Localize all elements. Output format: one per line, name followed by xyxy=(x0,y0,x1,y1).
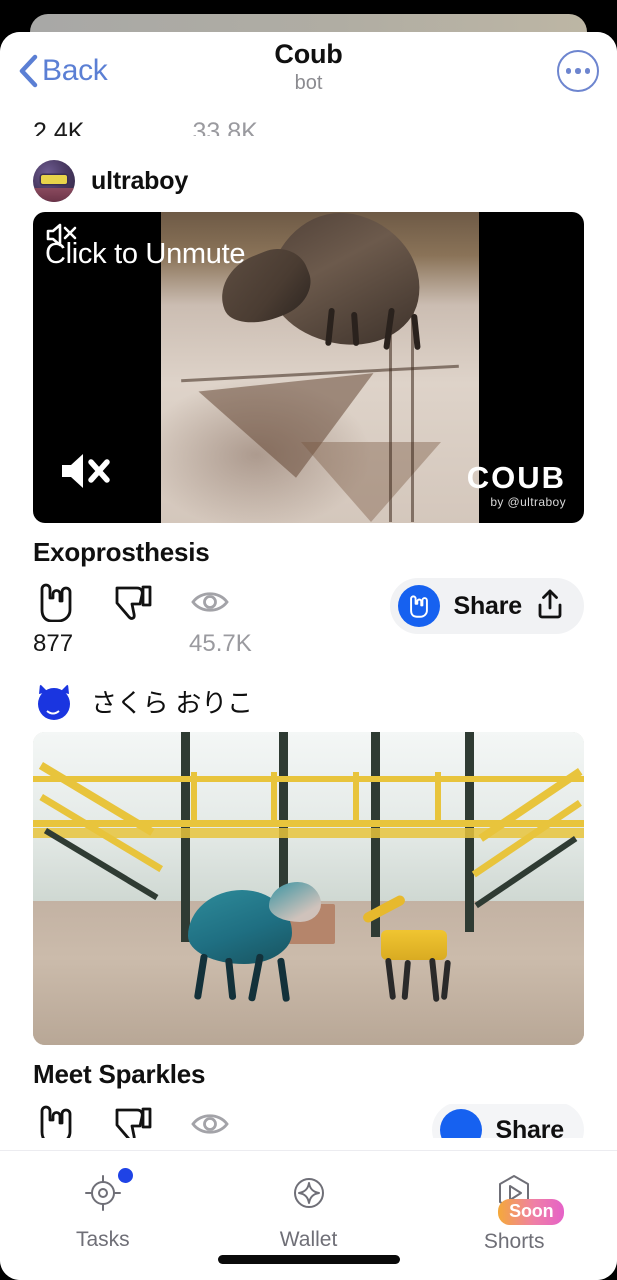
bottom-tab-bar: Tasks Wallet Soon Shorts xyxy=(0,1150,617,1280)
tab-wallet[interactable]: Wallet xyxy=(206,1173,412,1252)
coub-watermark-title: COUB xyxy=(466,460,566,495)
feed-post: さくら おりこ Meet Sparkles Share xyxy=(0,670,617,1150)
feed-post: ultraboy Click to Unmute COUB by @ultrab… xyxy=(0,150,617,658)
blue-creature-head xyxy=(269,882,321,922)
like-count: 877 xyxy=(33,630,74,657)
ultraboy-avatar[interactable] xyxy=(33,160,75,202)
video-title: Exoprosthesis xyxy=(33,537,210,567)
animal-legs xyxy=(325,307,425,384)
platform-rail xyxy=(33,776,584,782)
rock-hand-avatar-icon xyxy=(397,585,440,627)
rock-hand-icon xyxy=(33,582,79,623)
rug-pattern xyxy=(301,442,441,522)
rail-post xyxy=(435,772,441,824)
rail-post xyxy=(353,772,359,824)
video-frame-content xyxy=(33,732,584,1045)
views-indicator xyxy=(189,1104,285,1138)
rock-hand-avatar-icon xyxy=(439,1109,482,1138)
eye-icon xyxy=(189,1104,235,1138)
rail-post xyxy=(271,772,277,824)
post-author-row[interactable]: さくら おりこ xyxy=(33,670,584,732)
tab-label-wallet: Wallet xyxy=(279,1228,338,1251)
like-button[interactable]: 877 xyxy=(33,582,111,658)
tab-tasks[interactable]: Tasks xyxy=(0,1168,206,1252)
coub-watermark: COUB by @ultraboy xyxy=(466,460,566,510)
video-player[interactable]: Click to Unmute COUB by @ultraboy xyxy=(33,212,584,523)
share-button[interactable]: Share xyxy=(431,1104,584,1139)
ellipsis-circle-icon[interactable] xyxy=(557,50,599,92)
dislike-button[interactable] xyxy=(111,582,189,630)
menu-dot xyxy=(584,68,591,74)
view-count: 45.7K xyxy=(189,630,252,657)
coub-watermark-author: by @ultraboy xyxy=(490,495,566,509)
app-root: Back Coub bot 2.4K 33.8K ultraboy Click … xyxy=(0,0,617,1280)
clipped-view-count: 33.8K xyxy=(192,118,258,136)
eye-icon xyxy=(189,582,235,622)
home-indicator xyxy=(217,1255,400,1264)
tab-icon-wrap xyxy=(289,1173,329,1218)
thumbs-down-icon xyxy=(111,1104,157,1138)
miniapp-sheet: Back Coub bot 2.4K 33.8K ultraboy Click … xyxy=(0,32,617,1280)
share-label: Share xyxy=(453,591,523,620)
share-label: Share xyxy=(495,1115,565,1139)
views-indicator: 45.7K xyxy=(189,582,285,658)
diamond-circle-icon xyxy=(289,1178,329,1217)
clipped-like-count: 2.4K xyxy=(33,118,85,136)
soon-badge: Soon xyxy=(498,1199,565,1225)
post-actions-row: 877 45.7K Share xyxy=(33,578,584,658)
video-title: Meet Sparkles xyxy=(33,1059,206,1089)
sakura-cat-avatar[interactable] xyxy=(33,680,75,722)
like-button[interactable] xyxy=(33,1104,111,1138)
back-button[interactable]: Back xyxy=(18,54,108,88)
tab-label-shorts: Shorts xyxy=(483,1230,545,1253)
notification-badge-dot xyxy=(117,1168,133,1183)
video-player[interactable] xyxy=(33,732,584,1045)
robot-body xyxy=(381,930,447,960)
video-frame-content xyxy=(161,212,479,523)
platform-deck xyxy=(33,828,584,838)
rail-post xyxy=(191,772,197,824)
feed-scroll-area[interactable]: 2.4K 33.8K ultraboy Click to Unmute COUB… xyxy=(0,110,617,1150)
thumbs-down-icon xyxy=(111,582,157,622)
share-button[interactable]: Share xyxy=(389,578,584,634)
share-upload-icon xyxy=(536,588,564,625)
tab-label-tasks: Tasks xyxy=(75,1228,130,1251)
target-crosshair-icon xyxy=(83,1175,123,1217)
tab-icon-wrap: Soon xyxy=(494,1173,565,1225)
clipped-stats-row: 2.4K 33.8K xyxy=(0,110,617,136)
chevron-left-icon xyxy=(18,54,38,88)
menu-dot xyxy=(575,68,581,74)
post-actions-row-clipped: Share xyxy=(33,1104,584,1138)
post-author-row[interactable]: ultraboy xyxy=(33,150,584,212)
author-name: さくら おりこ xyxy=(91,687,253,718)
tab-icon-wrap xyxy=(83,1168,133,1218)
menu-dot xyxy=(565,68,572,74)
tab-shorts[interactable]: Soon Shorts xyxy=(411,1173,617,1254)
dislike-button[interactable] xyxy=(111,1104,189,1138)
back-label: Back xyxy=(42,54,108,87)
speaker-mute-icon xyxy=(45,220,79,250)
rock-hand-icon xyxy=(33,1104,79,1138)
author-name: ultraboy xyxy=(91,166,189,195)
speaker-mute-icon[interactable] xyxy=(59,449,117,493)
app-header: Back Coub bot xyxy=(0,32,617,110)
